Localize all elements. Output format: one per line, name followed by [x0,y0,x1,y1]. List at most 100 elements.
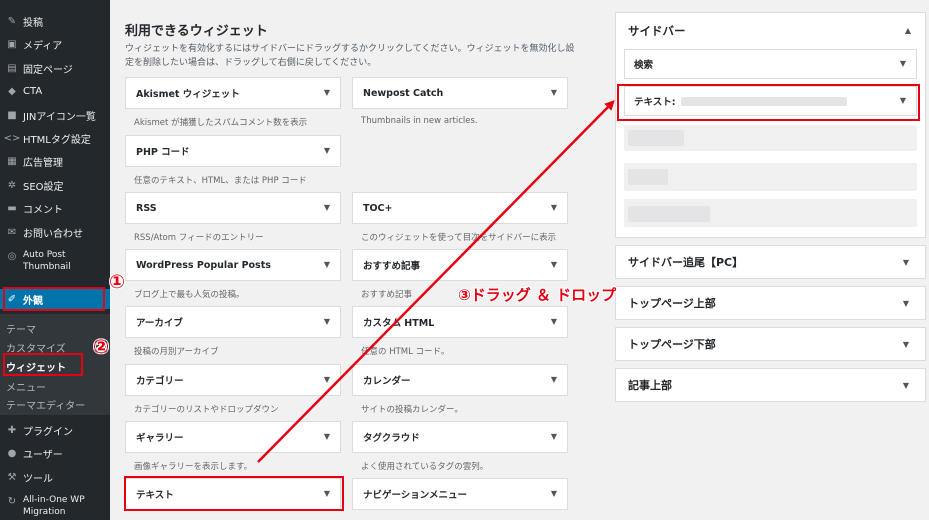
widget-area-article-top[interactable]: 記事上部 ▼ [615,368,926,402]
menu-ads[interactable]: ▦ 広告管理 [0,154,110,169]
menu-media[interactable]: ▣ メディア [0,37,110,52]
widget-tag-cloud[interactable]: タグクラウド ▼ [352,421,568,453]
menu-plugins[interactable]: ✚ プラグイン [0,423,110,438]
step-one-label: ① [109,271,126,293]
caret-up-icon[interactable]: ▲ [905,26,911,35]
sidebar-widget-search[interactable]: 検索 ▼ [624,49,917,79]
step-three-label: ③ドラッグ ＆ ドロップ [458,286,617,304]
widget-rss[interactable]: RSS ▼ [125,192,341,224]
menu-pages[interactable]: ▤ 固定ページ [0,61,110,76]
plugin-icon: ✚ [7,424,17,436]
redacted-block [628,169,668,185]
list-icon: ■ [7,109,17,121]
widget-popular-posts[interactable]: WordPress Popular Posts ▼ [125,249,341,281]
menu-tools[interactable]: ⚒ ツール [0,470,110,485]
widget-popular-posts-desc: ブログ上で最も人気の投稿。 [134,290,245,300]
widget-toc[interactable]: TOC+ ▼ [352,192,568,224]
pin-icon: ✎ [7,15,17,27]
menu-jin-icons[interactable]: ■ JINアイコン一覧 [0,108,110,123]
widget-tag-cloud-desc: よく使用されているタグの雲列。 [361,462,489,472]
widget-akismet[interactable]: Akismet ウィジェット ▼ [125,77,341,109]
caret-down-icon[interactable]: ▼ [551,260,557,269]
widget-newpost-catch[interactable]: Newpost Catch ▼ [352,77,568,109]
page-icon: ▤ [7,62,17,74]
caret-down-icon[interactable]: ▼ [324,88,330,97]
widget-area-top-page-upper[interactable]: トップページ上部 ▼ [615,286,926,320]
widget-calendar-desc: サイトの投稿カレンダー。 [361,405,463,415]
caret-down-icon[interactable]: ▼ [551,489,557,498]
sidebar-widget-area[interactable]: サイドバー ▲ 検索 ▼ テキスト: ▼ [615,12,926,238]
caret-down-icon[interactable]: ▼ [324,375,330,384]
widget-custom-html-desc: 任意の HTML コード。 [361,347,450,357]
widget-category-desc: カテゴリーのリストやドロップダウン [134,405,279,415]
widget-area-sidebar-follow[interactable]: サイドバー追尾【PC】 ▼ [615,245,926,279]
widget-gallery[interactable]: ギャラリー ▼ [125,421,341,453]
sidebar-area-title: サイドバー [628,24,686,38]
ad-icon: ▦ [7,155,17,167]
widget-recommended[interactable]: おすすめ記事 ▼ [352,249,568,281]
available-widgets-description: ウィジェットを有効化するにはサイドバーにドラッグするかクリックしてください。ウィ… [125,44,575,68]
caret-down-icon[interactable]: ▼ [903,340,909,349]
thumbnail-icon: ◎ [7,250,17,262]
menu-users[interactable]: ● ユーザー [0,446,110,461]
redacted-block [628,206,710,222]
widget-akismet-desc: Akismet が捕獲したスパムコメント数を表示 [134,118,308,128]
mail-icon: ✉ [7,226,17,238]
widget-archive-desc: 投稿の月別アーカイブ [134,347,219,357]
wrench-icon: ⚒ [7,471,17,483]
widget-rss-desc: RSS/Atom フィードのエントリー [134,233,264,243]
cta-icon: ◆ [8,85,16,97]
widget-newpost-catch-desc: Thumbnails in new articles. [361,116,478,126]
user-icon: ● [7,447,17,459]
caret-down-icon[interactable]: ▼ [551,317,557,326]
menu-cta[interactable]: ◆ CTA [0,84,110,98]
widget-area-top-page-lower[interactable]: トップページ下部 ▼ [615,327,926,361]
gear-icon: ✲ [7,179,17,191]
widget-php-code-desc: 任意のテキスト、HTML、または PHP コード [134,176,307,186]
caret-down-icon[interactable]: ▼ [551,432,557,441]
caret-down-icon[interactable]: ▼ [324,203,330,212]
caret-down-icon[interactable]: ▼ [551,88,557,97]
menu-html-tags[interactable]: <> HTMLタグ設定 [0,131,110,146]
highlight-text-widget [124,476,344,511]
menu-contact[interactable]: ✉ お問い合わせ [0,225,110,240]
widget-gallery-desc: 画像ギャラリーを表示します。 [134,462,253,472]
widget-nav-menu[interactable]: ナビゲーションメニュー ▼ [352,478,568,510]
caret-down-icon[interactable]: ▼ [903,381,909,390]
menu-comments[interactable]: ▬ コメント [0,201,110,216]
highlight-appearance [3,287,105,311]
caret-down-icon[interactable]: ▼ [551,203,557,212]
widget-custom-html[interactable]: カスタム HTML ▼ [352,306,568,338]
submenu-menus[interactable]: メニュー [6,379,46,394]
highlight-sidebar-text [617,84,920,121]
migration-icon: ↻ [7,495,17,507]
widget-php-code[interactable]: PHP コード ▼ [125,135,341,167]
menu-seo[interactable]: ✲ SEO設定 [0,178,110,193]
submenu-themes[interactable]: テーマ [6,321,36,336]
media-icon: ▣ [7,38,17,50]
caret-down-icon[interactable]: ▼ [903,258,909,267]
menu-posts[interactable]: ✎ 投稿 [0,14,110,29]
redacted-block [628,130,684,146]
widget-category[interactable]: カテゴリー ▼ [125,364,341,396]
widget-recommended-desc: おすすめ記事 [361,290,413,300]
caret-down-icon[interactable]: ▼ [324,432,330,441]
widget-calendar[interactable]: カレンダー ▼ [352,364,568,396]
widget-toc-desc: このウィジェットを使って目次をサイドバーに表示 [361,233,557,243]
comment-icon: ▬ [7,202,17,214]
available-widgets-title: 利用できるウィジェット [125,24,268,39]
caret-down-icon[interactable]: ▼ [324,146,330,155]
caret-down-icon[interactable]: ▼ [324,260,330,269]
code-icon: <> [3,132,21,144]
highlight-widgets [3,353,83,376]
caret-down-icon[interactable]: ▼ [900,59,906,68]
caret-down-icon[interactable]: ▼ [551,375,557,384]
menu-all-in-one-migration[interactable]: ↻ All-in-One WP Migration [0,494,110,520]
caret-down-icon[interactable]: ▼ [324,317,330,326]
caret-down-icon[interactable]: ▼ [903,299,909,308]
widget-archive[interactable]: アーカイブ ▼ [125,306,341,338]
submenu-theme-editor[interactable]: テーマエディター [6,397,85,412]
admin-sidebar: ✎ 投稿 ▣ メディア ▤ 固定ページ ◆ CTA ■ JINアイコン一覧 <>… [0,0,110,520]
step-two-label: ② [93,336,110,358]
menu-auto-post-thumbnail[interactable]: ◎ Auto Post Thumbnail [0,249,110,275]
